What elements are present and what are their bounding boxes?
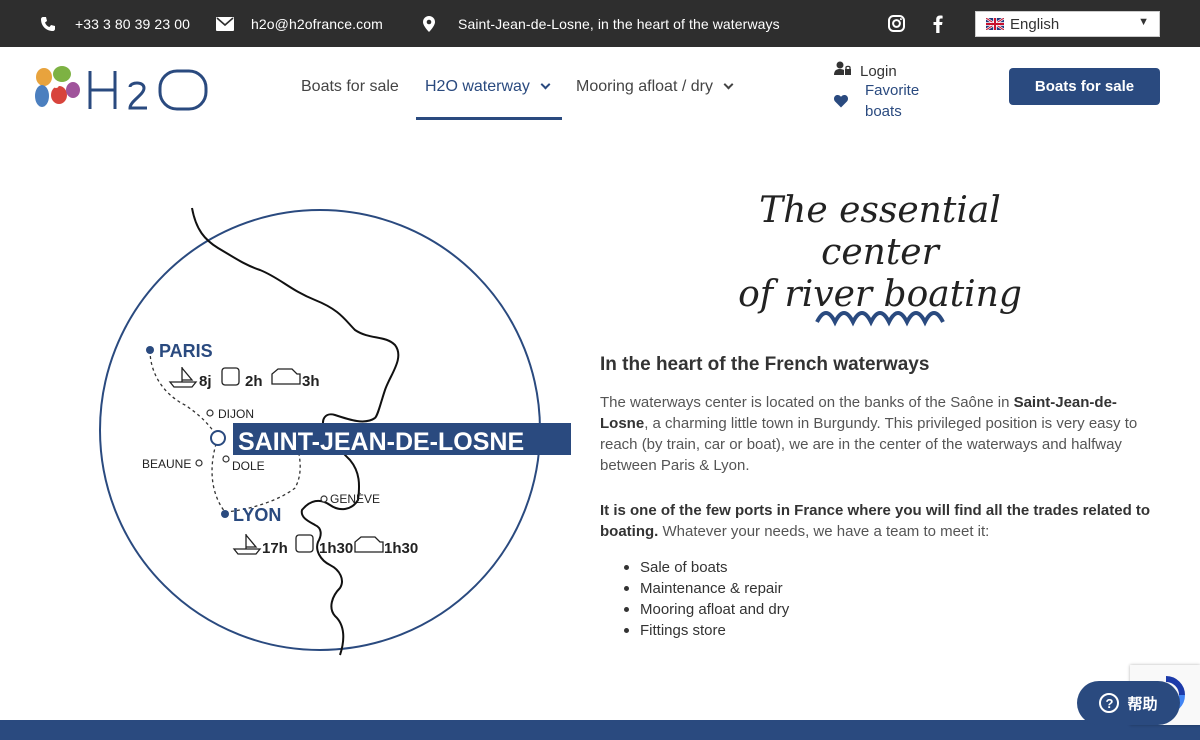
wave-divider-icon bbox=[815, 311, 945, 327]
intro-paragraph: The waterways center is located on the b… bbox=[600, 392, 1165, 476]
lyon-dot bbox=[221, 510, 229, 518]
uk-flag-icon bbox=[986, 18, 1004, 30]
section-script-title: The essential center of river boating bbox=[700, 190, 1060, 316]
beaune-label: BEAUNE bbox=[142, 457, 191, 471]
dole-dot bbox=[222, 455, 230, 463]
dole-label: DOLE bbox=[232, 459, 265, 473]
list-item: Mooring afloat and dry bbox=[622, 599, 789, 620]
envelope-icon bbox=[216, 16, 234, 31]
boat-icon bbox=[232, 534, 262, 555]
chevron-down-icon bbox=[723, 79, 734, 90]
car-icon bbox=[354, 536, 384, 553]
lyon-boat-time: 17h bbox=[262, 540, 288, 557]
services-list: Sale of boats Maintenance & repair Moori… bbox=[622, 557, 789, 641]
facebook-link[interactable] bbox=[933, 0, 943, 47]
list-item: Sale of boats bbox=[622, 557, 789, 578]
train-icon bbox=[221, 367, 240, 386]
section-heading: In the heart of the French waterways bbox=[600, 354, 930, 375]
geneve-dot bbox=[320, 495, 328, 503]
route-paris-line bbox=[149, 349, 219, 439]
paris-car-time: 3h bbox=[302, 373, 320, 390]
lyon-label: LYON bbox=[233, 505, 281, 525]
dijon-label: DIJON bbox=[218, 407, 254, 421]
h2o-logo-icon bbox=[35, 66, 208, 111]
script-line-1: The essential center bbox=[759, 190, 1001, 273]
nav-label: H2O waterway bbox=[425, 78, 530, 95]
boat-icon bbox=[168, 367, 198, 388]
lyon-car-time: 1h30 bbox=[384, 540, 418, 557]
boats-for-sale-button[interactable]: Boats for sale bbox=[1009, 68, 1160, 105]
cta-label: Boats for sale bbox=[1034, 78, 1135, 95]
center-dot bbox=[210, 430, 226, 446]
phone-icon bbox=[41, 16, 55, 31]
nav-mooring[interactable]: Mooring afloat / dry bbox=[576, 78, 734, 96]
top-bar: +33 3 80 39 23 00 h2o@h2ofrance.com Sain… bbox=[0, 0, 1200, 47]
active-nav-indicator bbox=[416, 117, 562, 120]
beaune-dot bbox=[195, 459, 203, 467]
nav-h2o-waterway[interactable]: H2O waterway bbox=[425, 78, 551, 96]
instagram-link[interactable] bbox=[888, 0, 905, 47]
language-select[interactable]: English ▼ bbox=[975, 11, 1160, 37]
question-icon: ? bbox=[1099, 693, 1120, 713]
dijon-dot bbox=[206, 409, 214, 417]
nav-label: Boats for sale bbox=[301, 78, 399, 95]
language-label: English bbox=[1010, 15, 1060, 33]
location-text: Saint-Jean-de-Losne, in the heart of the… bbox=[458, 15, 780, 32]
logo[interactable] bbox=[33, 63, 213, 117]
help-button[interactable]: ? 帮助 bbox=[1077, 681, 1180, 725]
caret-down-icon: ▼ bbox=[1138, 16, 1149, 28]
paris-label: PARIS bbox=[159, 341, 213, 361]
footer-band bbox=[0, 720, 1200, 740]
list-item: Maintenance & repair bbox=[622, 578, 789, 599]
user-lock-icon bbox=[834, 61, 851, 75]
lyon-train-time: 1h30 bbox=[319, 540, 353, 557]
site-header: Boats for sale H2O waterway Mooring aflo… bbox=[0, 47, 1200, 130]
phone-number: +33 3 80 39 23 00 bbox=[75, 15, 190, 32]
heart-icon bbox=[834, 95, 848, 108]
email-address: h2o@h2ofrance.com bbox=[251, 15, 383, 32]
map-pin-icon bbox=[423, 15, 435, 32]
paris-train-time: 2h bbox=[245, 373, 263, 390]
paris-dot bbox=[146, 346, 154, 354]
facebook-icon bbox=[933, 15, 943, 33]
login-link[interactable]: Login bbox=[834, 57, 897, 80]
list-item: Fittings store bbox=[622, 620, 789, 641]
intro-text-c: , a charming little town in Burgundy. Th… bbox=[600, 415, 1138, 474]
nav-boats-for-sale[interactable]: Boats for sale bbox=[301, 78, 399, 96]
train-icon bbox=[295, 534, 314, 553]
help-label: 帮助 bbox=[1127, 695, 1158, 713]
nav-label: Mooring afloat / dry bbox=[576, 78, 713, 95]
car-icon bbox=[271, 368, 301, 385]
chevron-down-icon bbox=[540, 79, 551, 90]
location-link[interactable]: Saint-Jean-de-Losne, in the heart of the… bbox=[423, 0, 780, 47]
login-label: Login bbox=[860, 63, 897, 80]
paris-boat-time: 8j bbox=[199, 373, 212, 390]
geneve-label: GENÈVE bbox=[330, 491, 380, 506]
phone-link[interactable]: +33 3 80 39 23 00 bbox=[40, 0, 190, 47]
favorite-boats-link[interactable]: Favorite boats bbox=[834, 80, 945, 122]
intro-text-a: The waterways center is located on the b… bbox=[600, 394, 1014, 411]
center-label: SAINT-JEAN-DE-LOSNE bbox=[238, 428, 524, 456]
favorite-label: Favorite boats bbox=[865, 82, 920, 120]
waterways-map: PARIS 8j 2h 3h DIJON SAINT-JEAN-DE-LOSNE… bbox=[99, 207, 571, 656]
trades-paragraph: It is one of the few ports in France whe… bbox=[600, 500, 1165, 542]
trades-text: Whatever your needs, we have a team to m… bbox=[658, 523, 990, 540]
email-link[interactable]: h2o@h2ofrance.com bbox=[216, 0, 383, 47]
instagram-icon bbox=[888, 15, 905, 32]
